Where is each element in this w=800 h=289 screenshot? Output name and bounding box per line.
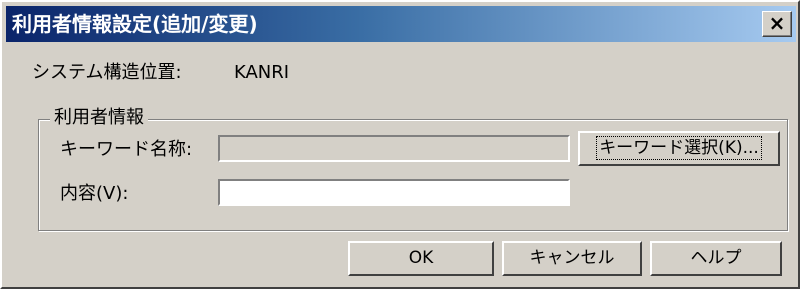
system-structure-label: システム構造位置: [32,62,182,83]
dialog-window: 利用者情報設定(追加/変更) × システム構造位置: KANRI 利用者情報 キ… [0,0,800,289]
help-button[interactable]: ヘルプ [650,241,782,276]
user-info-group-title: 利用者情報 [50,107,148,129]
content-field[interactable] [218,179,570,206]
content-label: 内容(V): [60,183,129,204]
ok-button[interactable]: OK [348,241,494,276]
keyword-name-label: キーワード名称: [60,139,193,160]
cancel-button[interactable]: キャンセル [502,241,642,276]
keyword-name-field [218,135,570,162]
keyword-select-button[interactable]: キーワード選択(K)... [578,131,780,166]
keyword-select-button-label: キーワード選択(K)... [596,136,762,160]
dialog-title: 利用者情報設定(追加/変更) [12,12,258,36]
system-structure-value: KANRI [234,62,290,83]
title-bar[interactable]: 利用者情報設定(追加/変更) × [6,6,796,42]
close-icon[interactable]: × [762,11,792,37]
